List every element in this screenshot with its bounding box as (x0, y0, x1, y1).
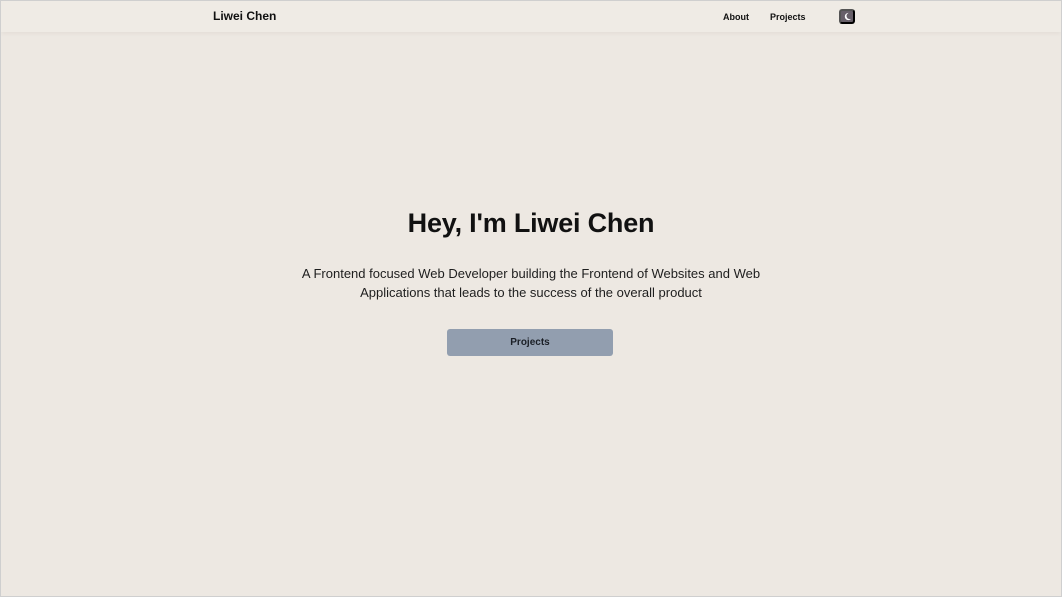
projects-button[interactable]: Projects (447, 329, 613, 356)
moon-icon (843, 12, 852, 21)
hero-title: Hey, I'm Liwei Chen (407, 208, 655, 238)
hero-subtitle: A Frontend focused Web Developer buildin… (301, 266, 761, 300)
site-brand-link[interactable]: Liwei Chen (213, 9, 276, 23)
browser-page: Liwei Chen About Projects Hey, I'm Liwei… (0, 0, 1062, 597)
theme-toggle-button[interactable] (839, 9, 855, 24)
nav-link-projects[interactable]: Projects (770, 11, 806, 23)
top-navbar: Liwei Chen About Projects (1, 1, 1061, 32)
nav-link-about[interactable]: About (723, 11, 749, 23)
